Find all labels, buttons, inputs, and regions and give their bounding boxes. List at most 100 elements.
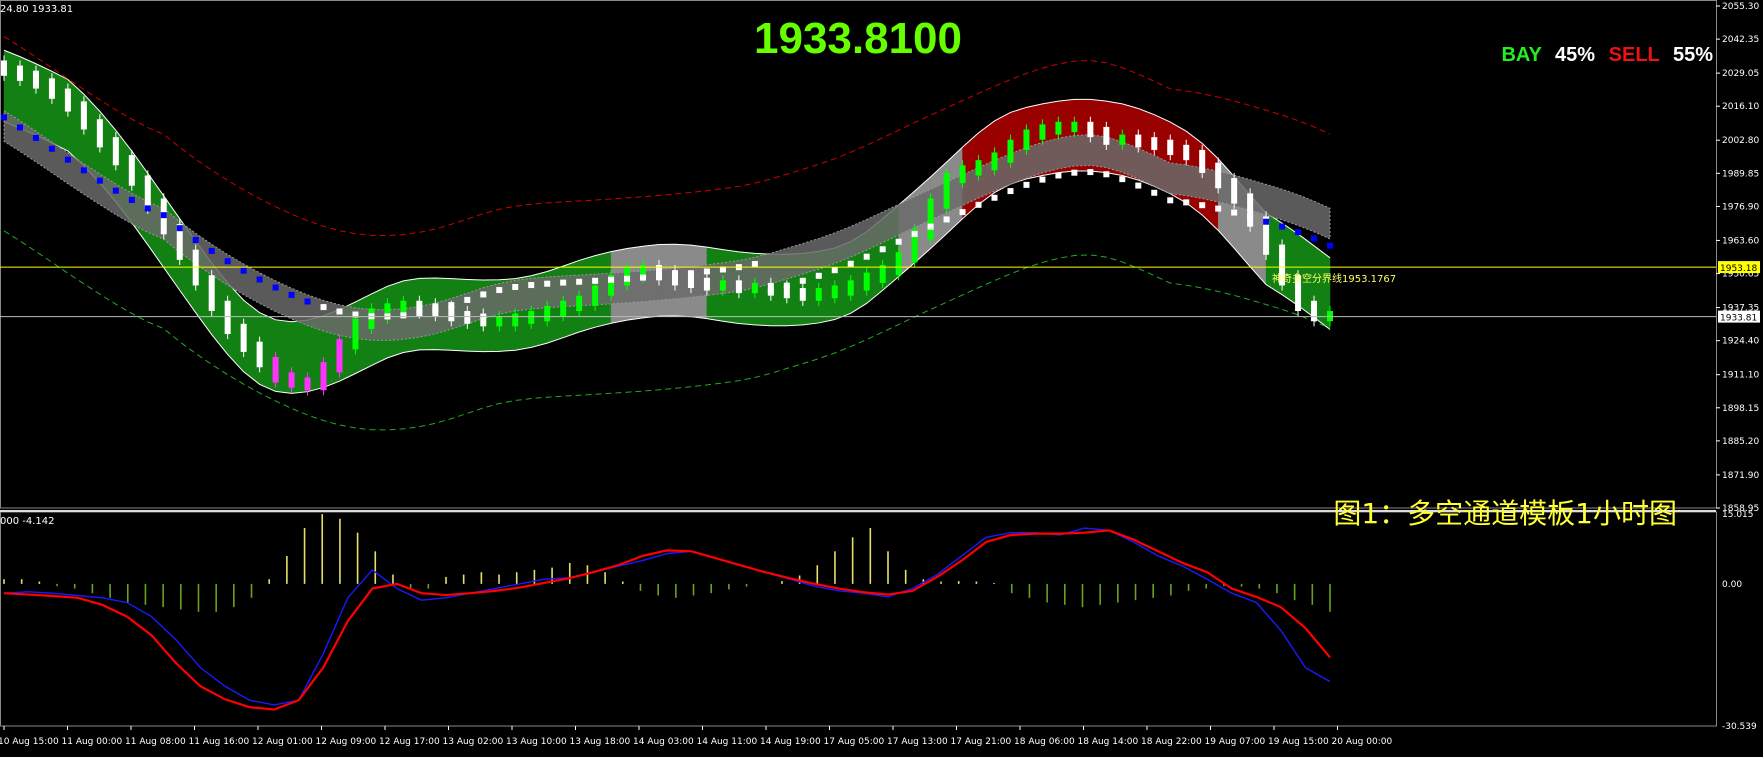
y-tick-label: 1885.20	[1722, 437, 1759, 447]
ma-dot	[879, 246, 886, 253]
ma-dot	[528, 282, 535, 289]
candle-body	[288, 372, 295, 388]
ma-dot	[1199, 202, 1206, 209]
ma-dot	[1135, 182, 1142, 189]
candle-body	[320, 362, 327, 391]
ma-dot	[863, 253, 870, 260]
ma-dot	[496, 287, 503, 294]
y-tick-label: 1989.85	[1722, 169, 1759, 179]
sell-percent: 55%	[1672, 44, 1713, 66]
ma-dot	[783, 282, 790, 289]
x-tick-label: 14 Aug 03:00	[633, 737, 694, 747]
ma-dot	[1231, 209, 1238, 216]
ma-dot	[32, 134, 39, 141]
candle-body	[480, 313, 487, 327]
candle-body	[512, 313, 519, 327]
candle-body	[448, 305, 455, 322]
macd-y-tick-label: 15.015	[1722, 510, 1754, 520]
candle-body	[256, 341, 263, 368]
ma-dot	[448, 302, 455, 309]
candle-body	[687, 275, 694, 288]
ma-dot	[1183, 199, 1190, 206]
ma-dot	[272, 284, 279, 291]
ma-dot	[96, 177, 103, 184]
candle-body	[96, 119, 103, 148]
ma-dot	[1215, 205, 1222, 212]
candle-body	[1215, 162, 1222, 189]
candle-body	[1167, 139, 1174, 156]
candle-body	[1039, 124, 1046, 140]
candle-body	[1247, 193, 1254, 227]
candle-body	[879, 264, 886, 283]
candle-body	[576, 295, 583, 312]
macd-info-label: 000 -4.142	[0, 516, 55, 527]
ma-dot	[208, 247, 215, 254]
ma-dot	[1103, 171, 1110, 178]
x-tick-label: 18 Aug 06:00	[1014, 737, 1075, 747]
candle-body	[112, 137, 119, 166]
candle-body	[1199, 149, 1206, 173]
x-tick-label: 11 Aug 00:00	[62, 737, 123, 747]
ma-dot	[288, 291, 295, 298]
candle-body	[240, 323, 247, 352]
x-tick-label: 20 Aug 00:00	[1332, 737, 1393, 747]
ma-dot	[160, 212, 167, 219]
candle-body	[496, 316, 503, 327]
y-tick-label: 2016.10	[1722, 102, 1759, 112]
candle-body	[48, 78, 55, 99]
divider-price-tag-label: 1953.18	[1720, 264, 1757, 274]
ma-dot	[1151, 189, 1158, 196]
x-tick-label: 11 Aug 16:00	[189, 737, 250, 747]
x-tick-label: 18 Aug 14:00	[1078, 737, 1139, 747]
y-tick-label: 2029.05	[1722, 69, 1759, 79]
candle-body	[1103, 126, 1110, 145]
ma-dot	[544, 280, 551, 287]
ma-dot	[687, 270, 694, 277]
y-tick-label: 1898.15	[1722, 404, 1759, 414]
candle-body	[975, 160, 982, 176]
ma-dot	[895, 238, 902, 245]
y-tick-label: 1976.90	[1722, 202, 1759, 212]
ma-dot	[480, 291, 487, 298]
x-tick-label: 13 Aug 18:00	[570, 737, 631, 747]
ma-dot	[1055, 172, 1062, 179]
x-tick-label: 17 Aug 13:00	[887, 737, 948, 747]
candle-body	[847, 280, 854, 296]
bay-label: BAY	[1501, 44, 1542, 66]
candle-body	[1087, 121, 1094, 138]
candle-body	[128, 155, 135, 186]
divider-line-label: 神奇多空分界线1953.1767	[1272, 274, 1397, 285]
x-tick-label: 19 Aug 07:00	[1205, 737, 1266, 747]
candle-body	[943, 172, 950, 209]
macd-signal-line	[3, 529, 1331, 711]
candle-body	[751, 282, 758, 294]
x-tick-label: 13 Aug 02:00	[443, 737, 504, 747]
ma-dot	[959, 209, 966, 216]
ma-dot	[991, 194, 998, 201]
ma-dot	[1167, 197, 1174, 204]
ma-dot	[224, 258, 231, 265]
candle-body	[80, 101, 87, 130]
candle-body	[1151, 137, 1158, 150]
candle-body	[815, 287, 822, 301]
y-tick-label: 1911.10	[1722, 371, 1759, 381]
candle-body	[464, 311, 471, 324]
ma-dot	[831, 267, 838, 274]
macd-panel-frame	[0, 511, 1717, 727]
ma-dot	[1007, 188, 1014, 195]
ma-dot	[336, 308, 343, 315]
ma-dot	[176, 225, 183, 232]
candle-body	[831, 285, 838, 299]
ma-dot	[1263, 218, 1270, 225]
ma-dot	[256, 276, 263, 283]
x-tick-label: 17 Aug 21:00	[951, 737, 1012, 747]
candle-body	[64, 88, 71, 112]
ma-dot	[608, 276, 615, 283]
y-tick-label: 2002.80	[1722, 136, 1759, 146]
candle-body	[208, 275, 215, 312]
ma-dot	[400, 312, 407, 319]
x-tick-label: 19 Aug 15:00	[1268, 737, 1329, 747]
ma-dot	[48, 145, 55, 152]
bay-sell-ratio: BAY 45% SELL 55%	[1493, 44, 1713, 67]
candle-body	[16, 65, 23, 81]
